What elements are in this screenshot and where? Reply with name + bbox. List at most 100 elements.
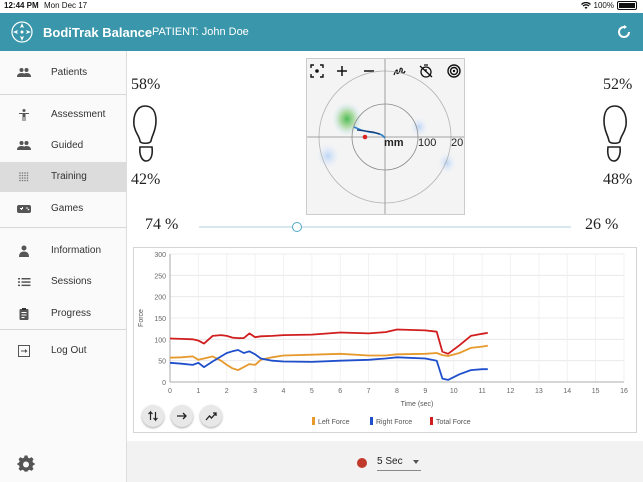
- recording-controls: 5 Sec: [127, 441, 643, 482]
- cop-trace: [353, 126, 386, 139]
- right-split-percent: 26 %: [585, 216, 619, 233]
- sidebar-item-label: Guided: [51, 140, 84, 151]
- record-button[interactable]: [357, 458, 367, 468]
- app-title: BodiTrak Balance: [43, 25, 153, 40]
- swap-axes-button[interactable]: [142, 405, 164, 427]
- refresh-icon[interactable]: [617, 25, 631, 39]
- left-split-percent: 74 %: [145, 216, 179, 233]
- divider: [0, 227, 126, 228]
- people-icon: [17, 141, 31, 150]
- left-footprint-icon: [133, 105, 157, 162]
- sidebar-item-games[interactable]: Games: [0, 194, 126, 224]
- x-tick-label: 6: [338, 388, 342, 395]
- x-tick-label: 16: [620, 388, 628, 395]
- person-icon: [19, 245, 29, 257]
- scroll-right-button[interactable]: [171, 405, 193, 427]
- sidebar-item-logout[interactable]: Log Out: [0, 336, 126, 366]
- right-foot-top-percent: 52%: [603, 76, 633, 93]
- x-axis-label: Time (sec): [401, 401, 434, 408]
- legend-swatch: [430, 417, 433, 425]
- legend-swatch: [312, 417, 315, 425]
- x-tick-label: 0: [168, 388, 172, 395]
- right-foot-bottom-percent: 48%: [603, 171, 633, 188]
- sidebar-item-progress[interactable]: Progress: [0, 299, 126, 329]
- radar-ring-label-2: 20: [451, 137, 463, 149]
- duration-select[interactable]: 5 Sec: [377, 454, 421, 471]
- arrow-right-icon: [177, 412, 187, 420]
- y-tick-label: 0: [162, 380, 166, 387]
- sidebar-item-sessions[interactable]: Sessions: [0, 267, 126, 297]
- sidebar-item-label: Information: [51, 245, 102, 256]
- duration-value: 5 Sec: [377, 456, 403, 467]
- patient-label: PATIENT: John Doe: [152, 26, 249, 38]
- pressure-blob: [410, 117, 428, 137]
- gear-icon[interactable]: [17, 455, 35, 473]
- y-tick-label: 150: [154, 316, 166, 323]
- sidebar-item-label: Patients: [51, 67, 88, 78]
- sidebar-item-label: Assessment: [51, 109, 106, 120]
- force-chart-panel: 0 50 100 150 200 250 300 0 1 2 3 4 5 6 7 8 9 10 11 12 13 14 15…: [133, 247, 637, 433]
- x-tick-label: 3: [253, 388, 257, 395]
- y-tick-label: 300: [154, 252, 166, 259]
- x-tick-label: 8: [395, 388, 399, 395]
- status-time: 12:44 PM: [4, 1, 39, 10]
- list-icon: [18, 278, 31, 287]
- radar-plot: mm 100 20: [307, 59, 464, 214]
- sidebar: Patients Assessment Guided Training Game…: [0, 51, 127, 482]
- sidebar-item-guided[interactable]: Guided: [0, 131, 126, 161]
- divider: [0, 94, 126, 95]
- y-tick-label: 50: [158, 359, 166, 366]
- pressure-blob: [438, 152, 456, 174]
- divider: [0, 329, 126, 330]
- legend-label: Right Force: [376, 419, 412, 426]
- radar-ring-label-1: 100: [418, 137, 436, 149]
- grid-dots-icon: [19, 172, 29, 182]
- trend-button[interactable]: [200, 405, 222, 427]
- left-foot-bottom-percent: 42%: [131, 171, 161, 188]
- chevron-down-icon: [413, 460, 419, 464]
- y-axis-label: Force: [138, 309, 145, 327]
- right-footprint-icon: [603, 105, 627, 162]
- x-tick-label: 14: [563, 388, 571, 395]
- boditrak-logo-icon: [11, 21, 33, 43]
- person-standing-icon: [19, 109, 29, 121]
- sidebar-item-information[interactable]: Information: [0, 236, 126, 266]
- x-tick-label: 4: [282, 388, 286, 395]
- x-tick-label: 11: [478, 388, 485, 395]
- series-line-total-force: [169, 328, 488, 355]
- radar-unit-label: mm: [384, 137, 404, 149]
- x-tick-label: 9: [423, 388, 427, 395]
- training-main: 58% 42% 52% 48% mm 100 20 74 % 26 % 0 50…: [127, 51, 643, 482]
- sidebar-item-patients[interactable]: Patients: [0, 58, 126, 88]
- clipboard-icon: [19, 308, 29, 320]
- y-tick-label: 200: [154, 295, 166, 302]
- sidebar-item-assessment[interactable]: Assessment: [0, 100, 126, 130]
- battery-label: 100%: [593, 1, 614, 10]
- sidebar-item-label: Sessions: [51, 276, 92, 287]
- x-tick-label: 2: [225, 388, 229, 395]
- x-tick-label: 12: [507, 388, 515, 395]
- legend-label: Total Force: [436, 419, 471, 426]
- sidebar-item-label: Log Out: [51, 345, 87, 356]
- cop-marker: [362, 134, 368, 140]
- left-foot-top-percent: 58%: [131, 76, 161, 93]
- x-tick-label: 13: [535, 388, 543, 395]
- swap-vertical-icon: [148, 410, 158, 422]
- sidebar-item-label: Training: [51, 171, 87, 182]
- legend-swatch: [370, 417, 373, 425]
- x-tick-label: 7: [367, 388, 371, 395]
- battery-icon: [617, 1, 637, 10]
- gamepad-icon: [17, 205, 31, 213]
- legend-label: Left Force: [318, 419, 350, 426]
- balance-slider-track[interactable]: [199, 226, 571, 228]
- cop-trace-secondary: [356, 129, 381, 135]
- wifi-icon: [580, 1, 591, 9]
- x-tick-label: 5: [310, 388, 314, 395]
- x-tick-label: 1: [196, 388, 200, 395]
- logout-icon: [18, 345, 30, 357]
- balance-slider-thumb[interactable]: [291, 222, 302, 232]
- sidebar-item-training[interactable]: Training: [0, 162, 126, 192]
- sidebar-item-label: Games: [51, 203, 84, 214]
- status-right: 100%: [580, 1, 637, 10]
- y-tick-label: 250: [154, 273, 166, 280]
